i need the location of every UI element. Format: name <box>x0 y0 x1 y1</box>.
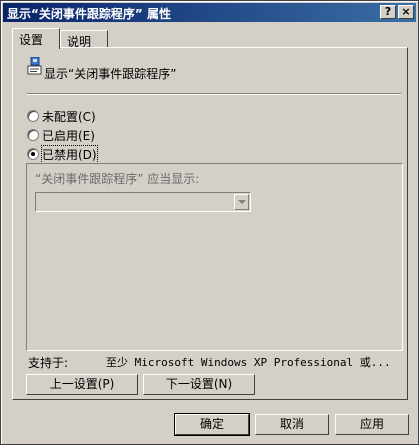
next-setting-button[interactable]: 下一设置(N) <box>143 374 255 395</box>
cancel-button[interactable]: 取消 <box>255 414 329 435</box>
radio-label: 未配置(C) <box>42 110 96 124</box>
tab-settings[interactable]: 设置 <box>12 28 60 49</box>
chevron-down-icon[interactable] <box>234 194 249 210</box>
settings-panel: 显示“关闭事件跟踪程序” 未配置(C) 已启用(E) 已禁用(D) “关闭事件跟… <box>12 47 408 400</box>
properties-dialog: 显示“关闭事件跟踪程序” 属性 ? × 设置 说明 显示“关闭事件跟踪程序” 未… <box>0 0 419 445</box>
radio-label: 已禁用(D) <box>41 145 98 164</box>
close-button[interactable]: × <box>398 5 414 19</box>
policy-name: 显示“关闭事件跟踪程序” <box>44 67 177 81</box>
radio-label: 已启用(E) <box>42 129 95 143</box>
radio-circle[interactable] <box>27 129 39 141</box>
radio-circle[interactable] <box>27 110 39 122</box>
radio-circle-checked[interactable] <box>27 148 39 160</box>
policy-setting-icon <box>27 57 42 75</box>
display-option-combo[interactable] <box>35 192 251 212</box>
tab-explain[interactable]: 说明 <box>60 30 108 49</box>
window-title: 显示“关闭事件跟踪程序” 属性 <box>7 7 171 21</box>
ok-button[interactable]: 确定 <box>174 413 250 436</box>
options-group: “关闭事件跟踪程序” 应当显示: <box>26 163 403 351</box>
supports-label: 支持于: <box>28 356 69 370</box>
divider <box>27 93 401 95</box>
help-button[interactable]: ? <box>380 5 396 19</box>
prev-setting-button[interactable]: 上一设置(P) <box>26 374 138 395</box>
apply-button[interactable]: 应用 <box>335 414 409 435</box>
supports-value: 至少 Microsoft Windows XP Professional 或..… <box>106 356 391 369</box>
group-label: “关闭事件跟踪程序” 应当显示: <box>35 172 200 186</box>
title-bar: 显示“关闭事件跟踪程序” 属性 ? × <box>3 3 416 22</box>
